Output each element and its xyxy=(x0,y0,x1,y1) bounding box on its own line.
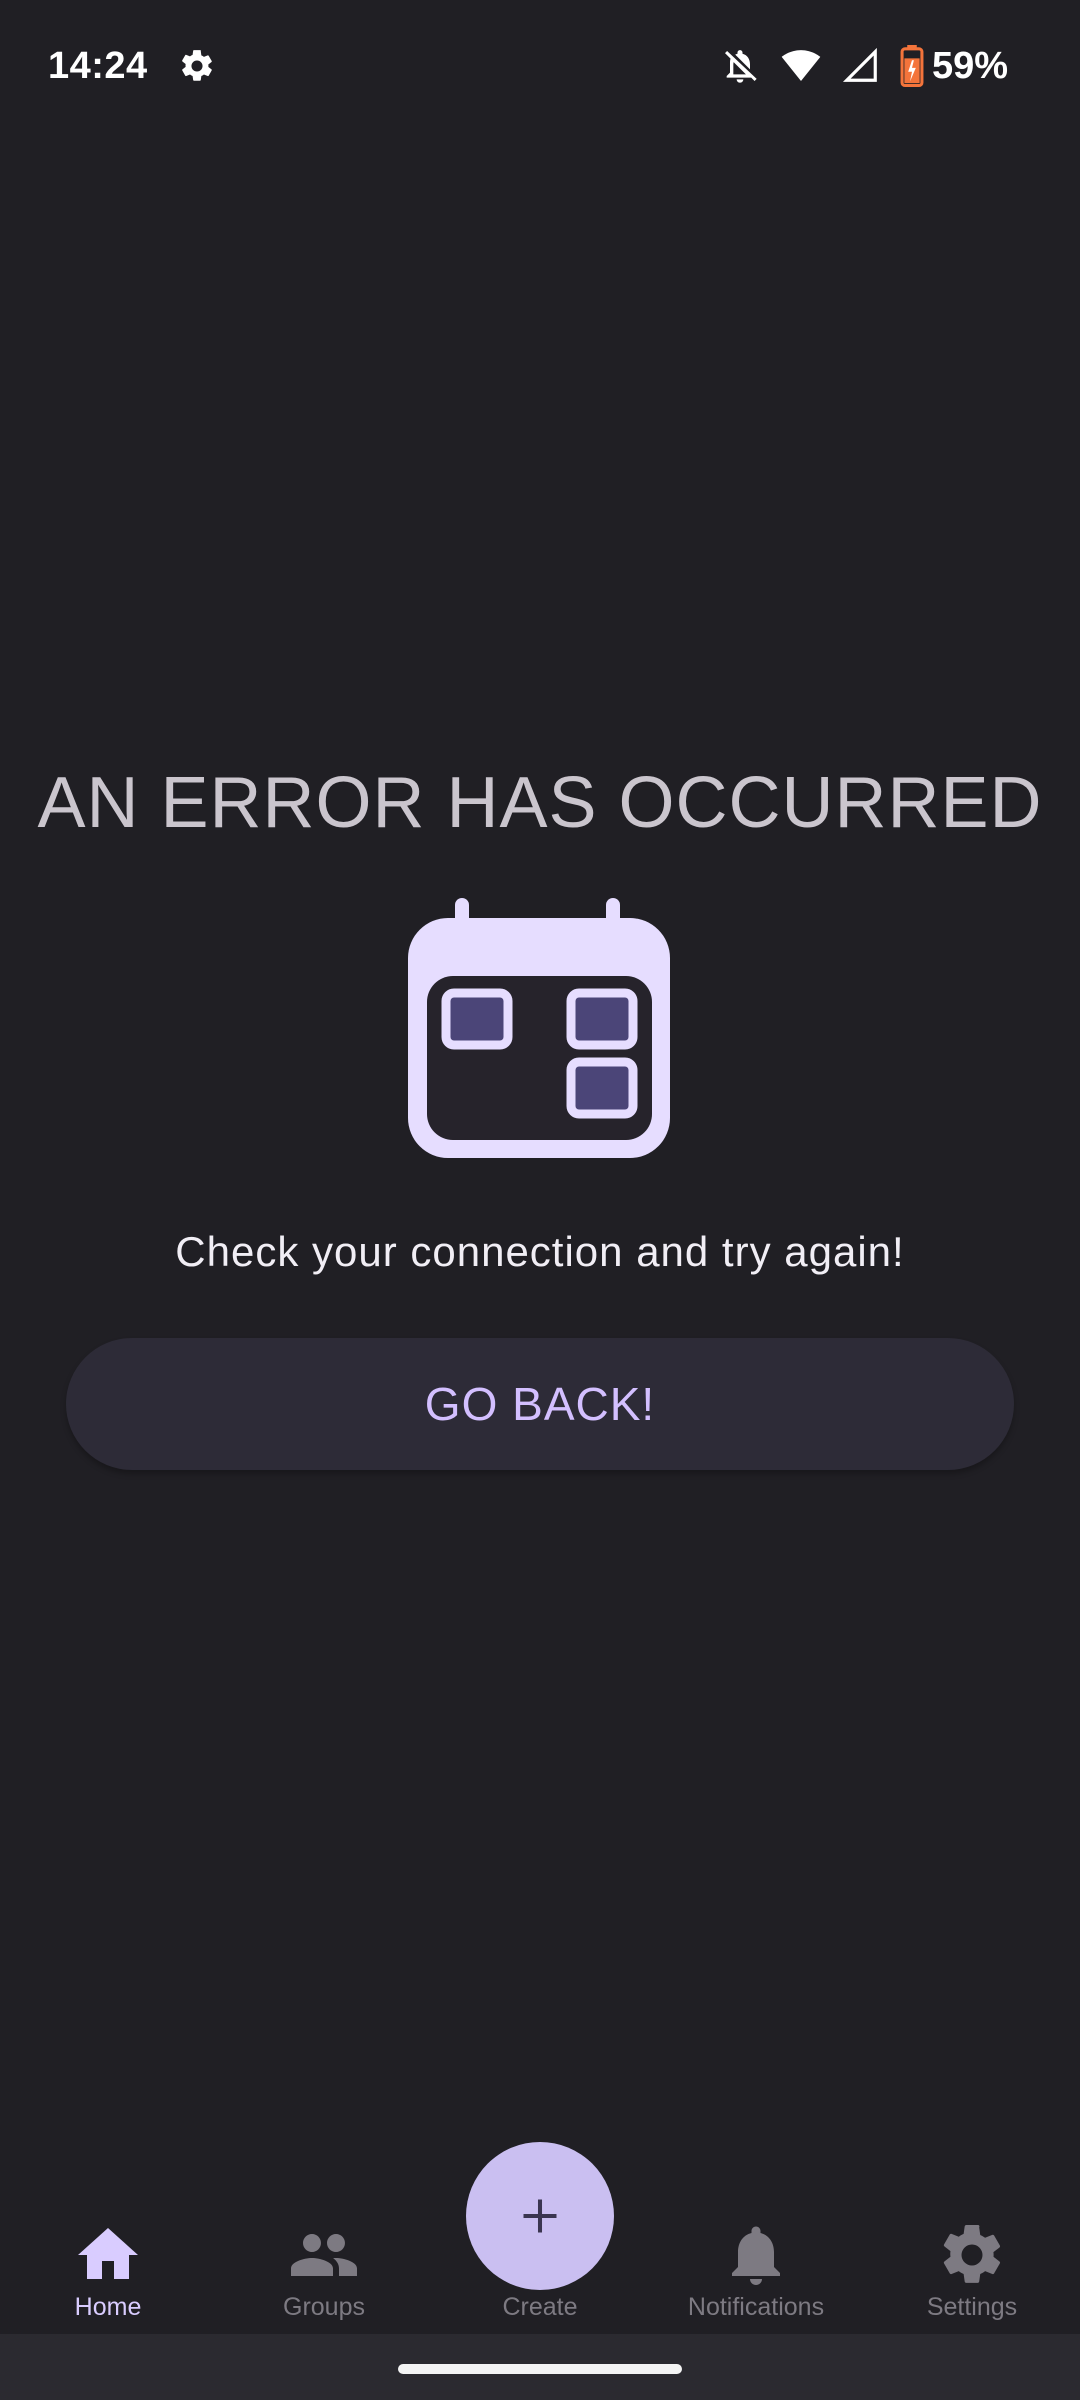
nav-label-notifications: Notifications xyxy=(687,2293,825,2321)
wifi-icon xyxy=(781,50,821,81)
gear-icon xyxy=(943,2224,1001,2283)
nav-label-home: Home xyxy=(74,2293,142,2321)
settings-icon xyxy=(181,50,212,81)
go-back-button[interactable]: GO BACK! xyxy=(66,1338,1014,1470)
battery-icon xyxy=(900,45,924,87)
go-back-label: GO BACK! xyxy=(424,1378,656,1430)
groups-icon xyxy=(291,2234,357,2276)
status-left: 14:24 xyxy=(48,45,216,88)
notifications-off-icon xyxy=(724,50,757,83)
status-bar: 14:24 59% xyxy=(0,0,1080,132)
error-message: Check your connection and try again! xyxy=(175,1228,905,1275)
home-gesture-handle[interactable] xyxy=(398,2364,682,2374)
status-right: 59% xyxy=(700,45,1008,88)
status-time: 14:24 xyxy=(48,44,148,87)
nav-item-groups[interactable]: Groups xyxy=(216,2200,432,2334)
nav-label-settings: Settings xyxy=(926,2293,1018,2321)
nav-item-notifications[interactable]: Notifications xyxy=(648,2200,864,2334)
calendar-icon xyxy=(408,898,670,1158)
nav-item-settings[interactable]: Settings xyxy=(864,2200,1080,2334)
error-title: AN ERROR HAS OCCURRED xyxy=(37,763,1043,843)
signal-icon xyxy=(842,47,877,82)
nav-label-create: Create xyxy=(502,2293,578,2321)
create-fab-button[interactable] xyxy=(466,2142,614,2290)
plus-icon xyxy=(523,2199,557,2233)
nav-label-groups: Groups xyxy=(283,2293,365,2321)
calendar-illustration xyxy=(405,892,675,1162)
battery-percent: 59% xyxy=(931,44,1008,87)
nav-item-home[interactable]: Home xyxy=(0,2200,216,2334)
bell-icon xyxy=(732,2226,780,2285)
home-icon xyxy=(78,2228,138,2279)
gesture-navigation-area xyxy=(0,2334,1080,2400)
